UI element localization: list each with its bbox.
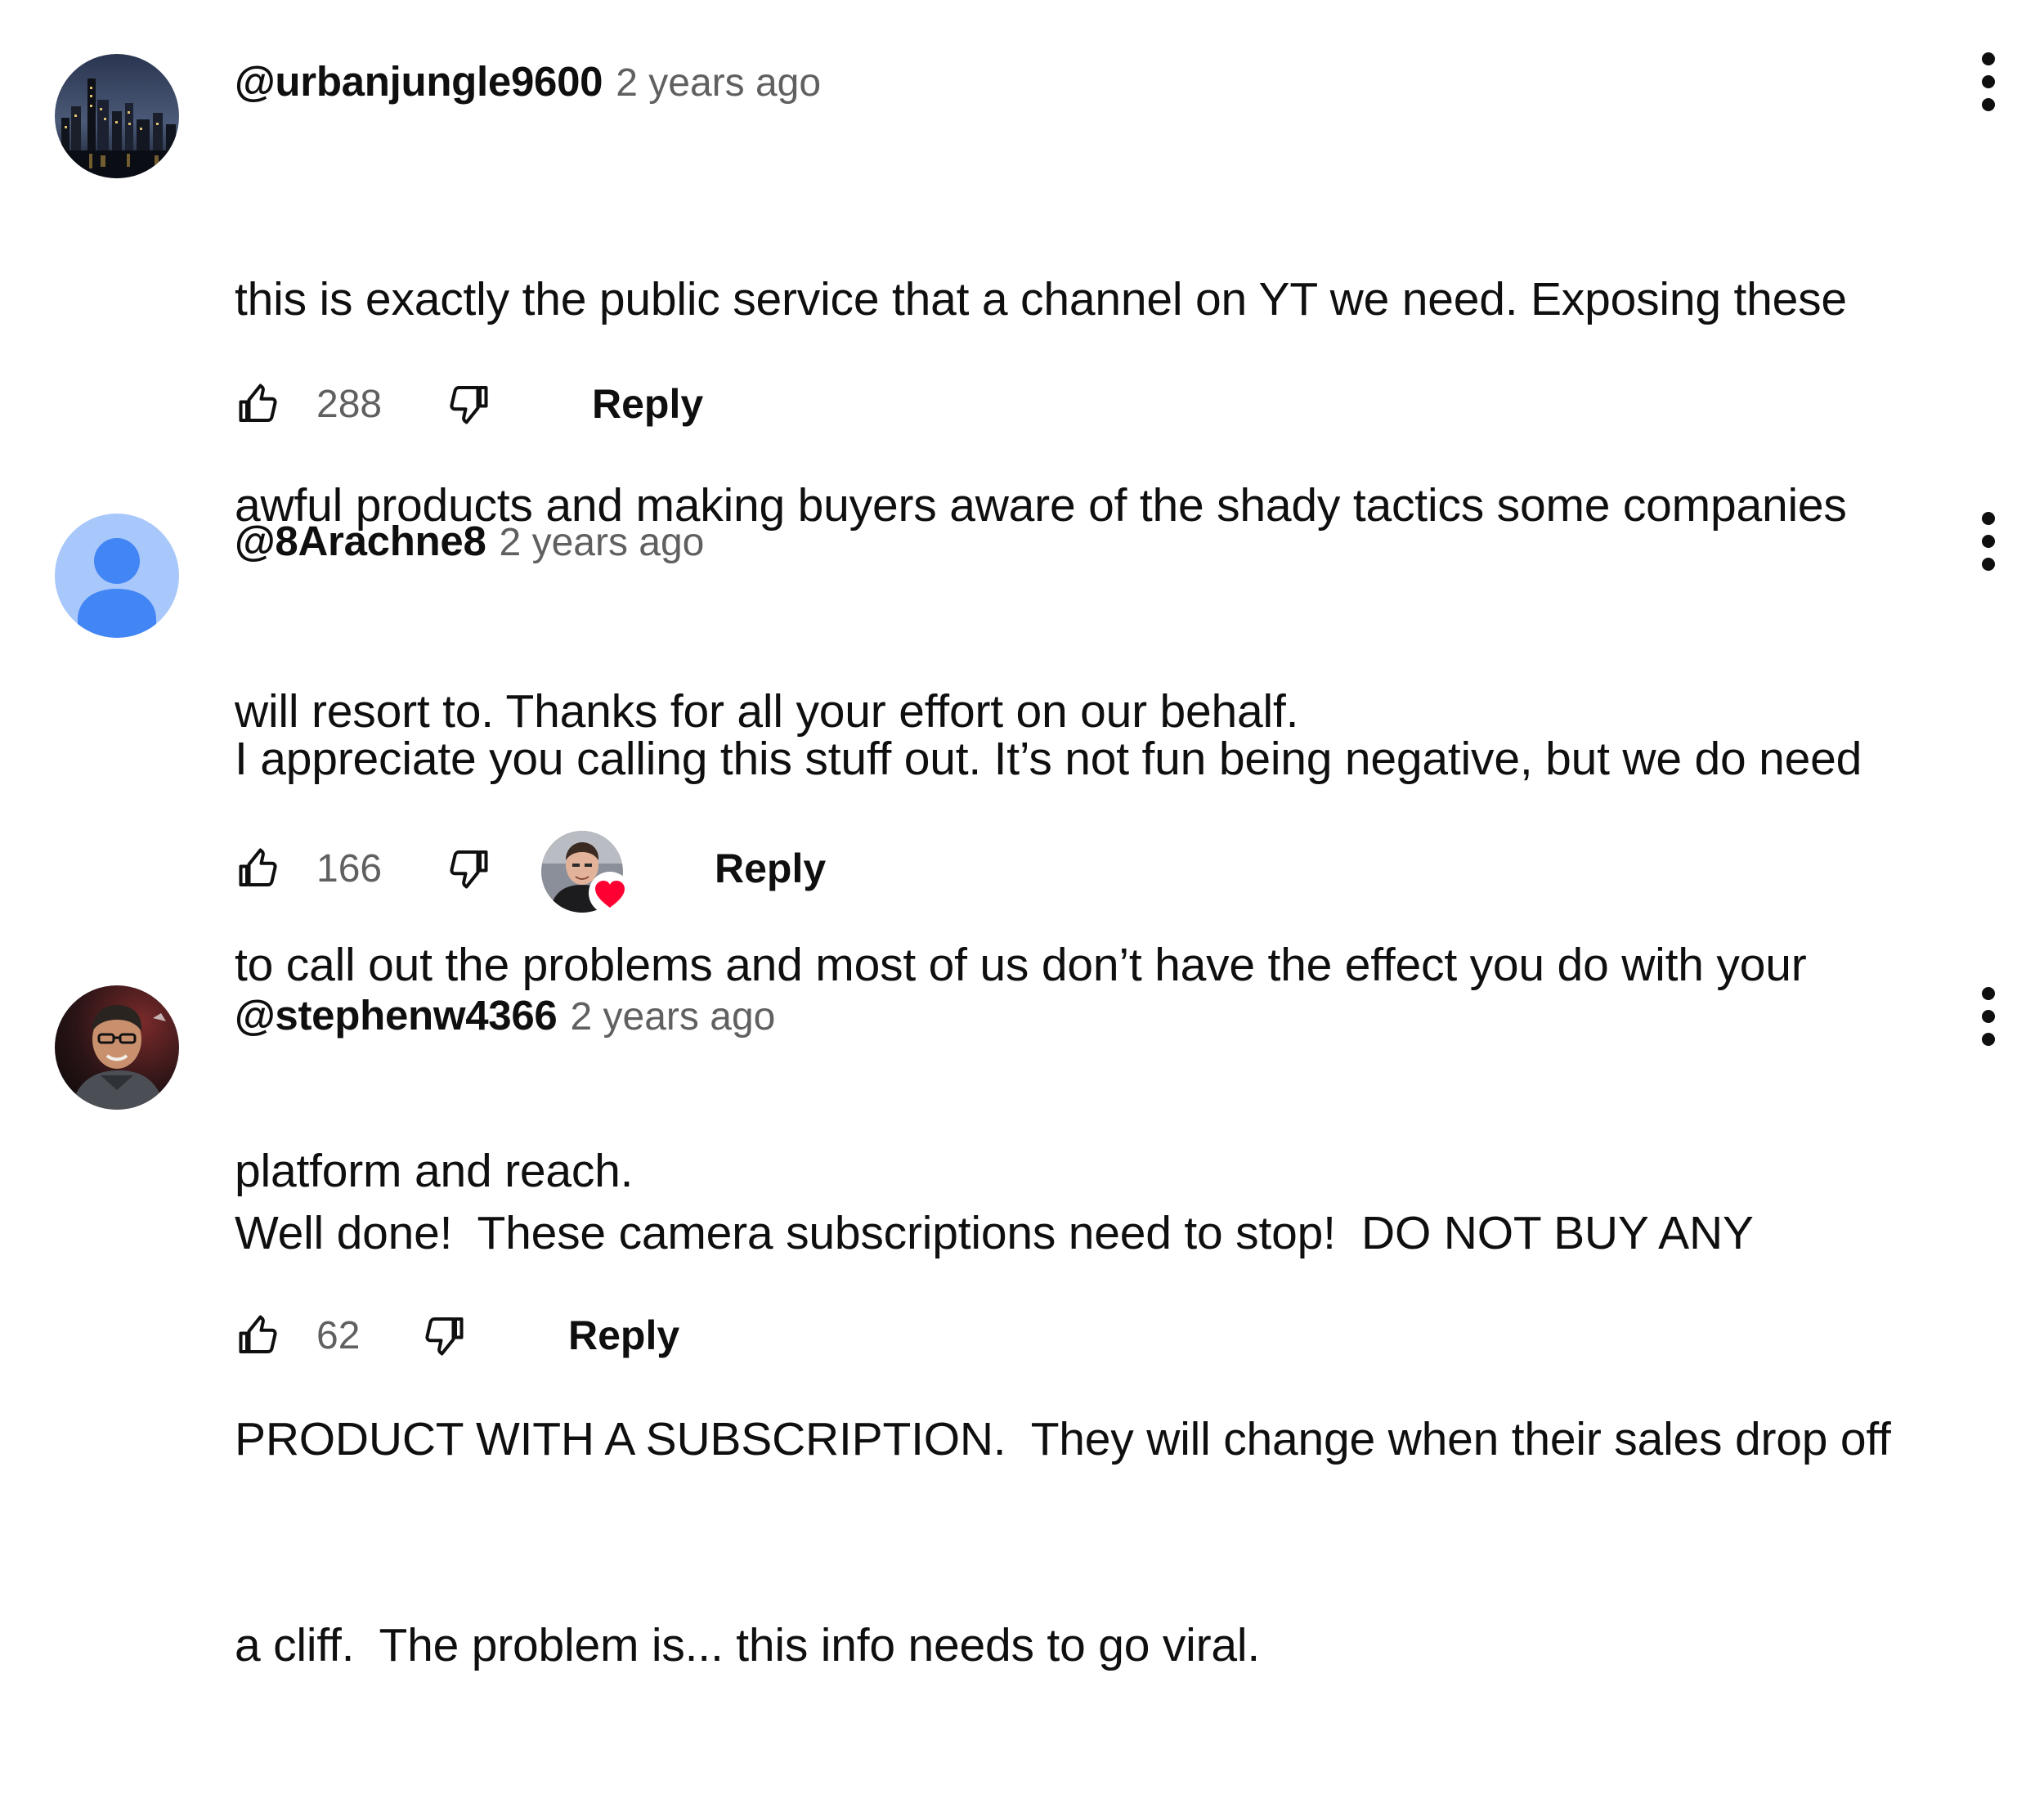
thumbs-down-icon	[450, 386, 488, 424]
comment-author[interactable]: @urbanjungle9600	[235, 58, 603, 105]
city-night-avatar-image	[55, 54, 179, 178]
comment-actions: 288 Reply	[235, 371, 1543, 437]
comment-time[interactable]: 2 years ago	[571, 995, 776, 1039]
creator-heart-badge	[541, 829, 639, 919]
reply-button[interactable]: Reply	[715, 836, 826, 901]
more-actions-button[interactable]	[1969, 985, 2008, 1051]
thumbs-up-icon	[239, 384, 277, 422]
like-count: 62	[316, 1313, 361, 1357]
comment-header: @urbanjungle9600 2 years ago	[235, 56, 821, 119]
thumbs-up-icon	[239, 1315, 277, 1353]
thumbs-down-icon	[450, 850, 488, 889]
creator-avatar-heart	[541, 831, 631, 914]
comment-author[interactable]: @stephenw4366	[235, 992, 558, 1039]
like-count-wrap: 288	[316, 371, 382, 437]
avatar[interactable]	[55, 985, 179, 1110]
comment-time[interactable]: 2 years ago	[500, 521, 705, 564]
comment-text-line: I appreciate you calling this stuff out.…	[235, 733, 1862, 785]
comment-actions: 166 Reply	[235, 831, 1543, 914]
reply-button[interactable]: Reply	[568, 1303, 679, 1368]
vertical-ellipsis-icon	[1982, 52, 1995, 111]
like-count-wrap: 62	[316, 1303, 360, 1368]
like-button[interactable]	[235, 1303, 284, 1368]
reply-button[interactable]: Reply	[592, 371, 703, 437]
comment-header: @8Arachne8 2 years ago	[235, 515, 704, 578]
comment-text-line: Well done! These camera subscriptions ne…	[235, 1207, 1754, 1259]
reply-label: Reply	[715, 846, 827, 891]
reply-label: Reply	[568, 1312, 680, 1358]
comment-header: @stephenw4366 2 years ago	[235, 989, 775, 1052]
default-person-avatar-image	[55, 514, 179, 638]
like-count: 166	[316, 846, 383, 891]
like-button[interactable]	[235, 371, 284, 437]
comment-text: Well done! These camera subscriptions ne…	[235, 1061, 1968, 1817]
dislike-button[interactable]	[443, 371, 492, 437]
dislike-button[interactable]	[419, 1303, 468, 1368]
heart-icon	[589, 872, 631, 914]
vertical-ellipsis-icon	[1982, 512, 1995, 571]
thumbs-down-icon	[425, 1317, 464, 1356]
like-button[interactable]	[235, 836, 284, 901]
man-with-glasses-avatar-image	[55, 985, 179, 1110]
more-actions-button[interactable]	[1969, 51, 2008, 116]
comment-time[interactable]: 2 years ago	[616, 61, 821, 105]
avatar[interactable]	[55, 514, 179, 638]
like-count-wrap: 166	[316, 836, 382, 901]
thumbs-up-icon	[239, 848, 277, 886]
comment-text-line: PRODUCT WITH A SUBSCRIPTION. They will c…	[235, 1413, 1891, 1465]
dislike-button[interactable]	[443, 836, 492, 901]
like-count: 288	[316, 382, 383, 426]
avatar[interactable]	[55, 54, 179, 178]
reply-label: Reply	[592, 381, 704, 427]
comment-text-line: a cliff. The problem is... this info nee…	[235, 1619, 1260, 1671]
comment-actions: 62 Reply	[235, 1303, 1543, 1368]
more-actions-button[interactable]	[1969, 510, 2008, 576]
comment-text-line: this is exactly the public service that …	[235, 273, 1847, 325]
comment-author[interactable]: @8Arachne8	[235, 518, 486, 564]
vertical-ellipsis-icon	[1982, 987, 1995, 1046]
